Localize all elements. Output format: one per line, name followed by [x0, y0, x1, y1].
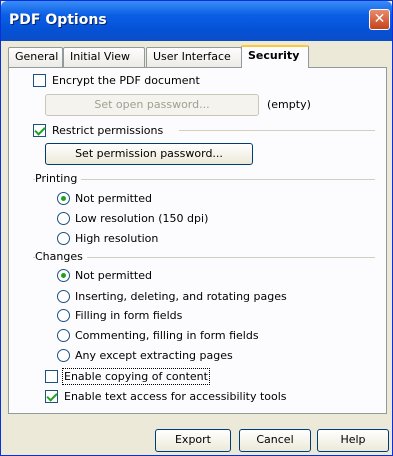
changes-any-except-extracting-radio[interactable]	[57, 349, 70, 362]
copy-label: Enable copying of content	[62, 368, 210, 385]
tab-user-interface[interactable]: User Interface	[146, 47, 242, 67]
cancel-button[interactable]: Cancel	[239, 429, 311, 452]
printing-high-resolution-label: High resolution	[75, 232, 159, 245]
pdf-options-dialog: PDF Options ✕ General Initial View User …	[0, 0, 393, 456]
changes-any-except-extracting-label: Any except extracting pages	[75, 349, 233, 362]
changes-option-commenting[interactable]: Commenting, filling in form fields	[57, 329, 259, 342]
printing-divider	[33, 179, 375, 180]
accessibility-label: Enable text access for accessibility too…	[64, 390, 287, 403]
encrypt-label: Encrypt the PDF document	[52, 74, 200, 87]
printing-group-label: Printing	[35, 172, 82, 185]
printing-option-high-resolution[interactable]: High resolution	[57, 232, 158, 245]
changes-inserting-label: Inserting, deleting, and rotating pages	[75, 290, 287, 303]
close-icon: ✕	[373, 11, 386, 27]
changes-option-inserting[interactable]: Inserting, deleting, and rotating pages	[57, 290, 287, 303]
printing-not-permitted-radio[interactable]	[57, 192, 70, 205]
copy-checkbox-row[interactable]: Enable copying of content	[45, 368, 210, 385]
changes-commenting-label: Commenting, filling in form fields	[75, 329, 259, 342]
tab-security[interactable]: Security	[241, 45, 309, 68]
printing-low-resolution-label: Low resolution (150 dpi)	[75, 212, 209, 225]
open-password-state: (empty)	[267, 98, 311, 111]
changes-filling-forms-radio[interactable]	[57, 309, 70, 322]
changes-filling-forms-label: Filling in form fields	[75, 309, 183, 322]
tab-initial-view[interactable]: Initial View	[63, 47, 145, 67]
help-button[interactable]: Help	[317, 429, 389, 452]
changes-group-label: Changes	[35, 250, 87, 263]
changes-option-filling-forms[interactable]: Filling in form fields	[57, 309, 182, 322]
restrict-checkbox-row[interactable]: Restrict permissions	[33, 124, 168, 137]
encrypt-checkbox[interactable]	[33, 74, 46, 87]
printing-high-resolution-radio[interactable]	[57, 232, 70, 245]
accessibility-checkbox-row[interactable]: Enable text access for accessibility too…	[45, 390, 287, 403]
changes-not-permitted-label: Not permitted	[75, 269, 152, 282]
tab-general[interactable]: General	[8, 47, 63, 67]
restrict-divider	[179, 130, 375, 131]
changes-commenting-radio[interactable]	[57, 329, 70, 342]
printing-option-not-permitted[interactable]: Not permitted	[57, 192, 152, 205]
copy-checkbox[interactable]	[45, 370, 58, 383]
set-open-password-button[interactable]: Set open password...	[45, 94, 259, 116]
set-permission-password-button[interactable]: Set permission password...	[45, 143, 253, 165]
restrict-label: Restrict permissions	[52, 124, 164, 137]
export-button[interactable]: Export	[155, 429, 231, 452]
restrict-checkbox[interactable]	[33, 124, 46, 137]
window-title: PDF Options	[9, 12, 107, 28]
changes-not-permitted-radio[interactable]	[57, 269, 70, 282]
changes-option-any-except-extracting[interactable]: Any except extracting pages	[57, 349, 233, 362]
printing-not-permitted-label: Not permitted	[75, 192, 152, 205]
title-bar[interactable]: PDF Options ✕	[1, 1, 392, 41]
printing-option-low-resolution[interactable]: Low resolution (150 dpi)	[57, 212, 208, 225]
encrypt-checkbox-row[interactable]: Encrypt the PDF document	[33, 74, 200, 87]
changes-option-not-permitted[interactable]: Not permitted	[57, 269, 152, 282]
printing-low-resolution-radio[interactable]	[57, 212, 70, 225]
changes-inserting-radio[interactable]	[57, 290, 70, 303]
security-panel: Encrypt the PDF document Set open passwo…	[8, 67, 387, 414]
close-button[interactable]: ✕	[369, 9, 390, 30]
accessibility-checkbox[interactable]	[45, 390, 58, 403]
